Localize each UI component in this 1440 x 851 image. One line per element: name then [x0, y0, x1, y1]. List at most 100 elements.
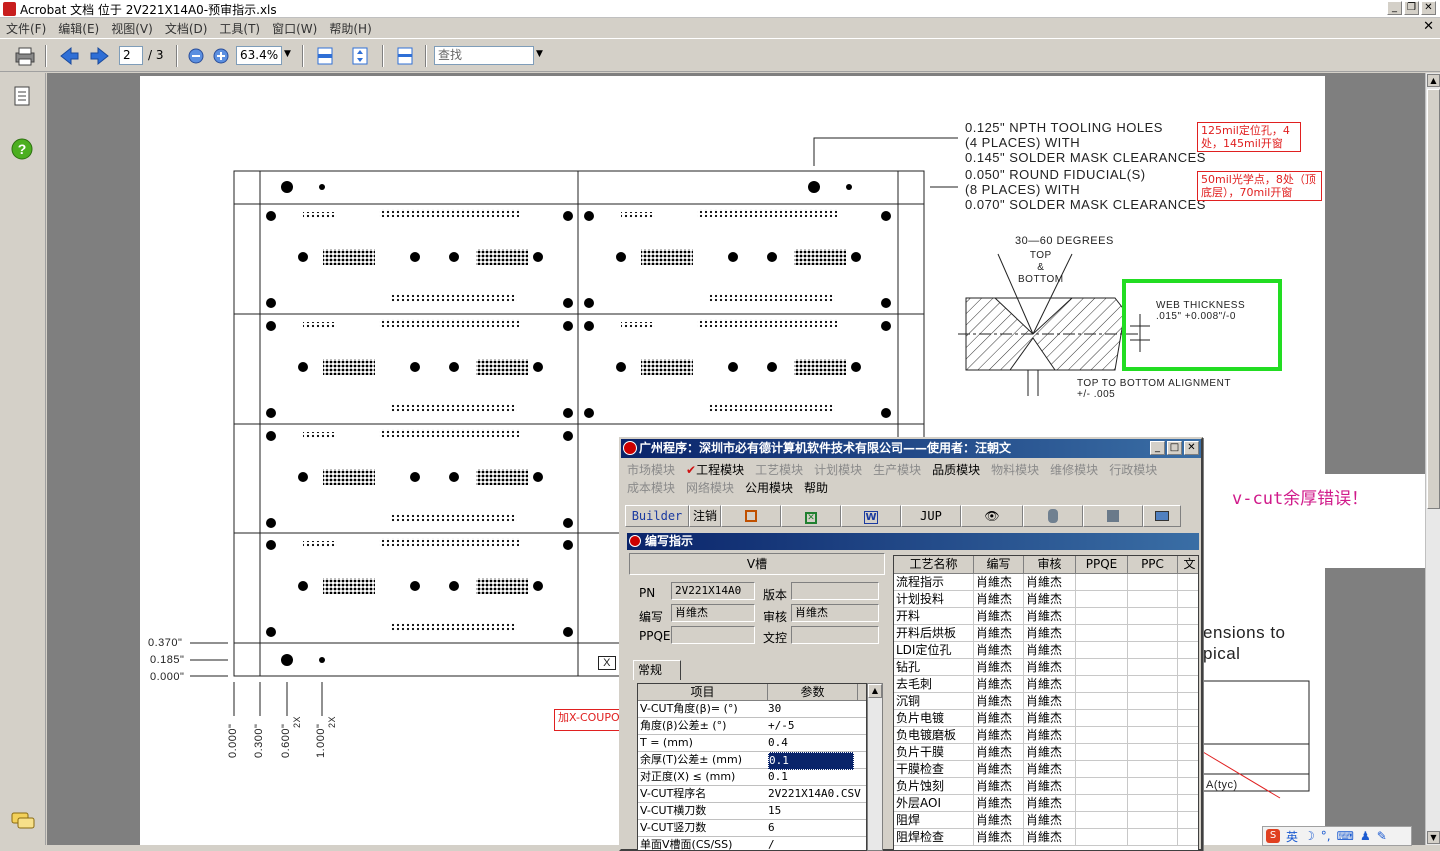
writer-cell[interactable]: 肖維杰	[974, 659, 1024, 676]
doc-cell[interactable]	[1178, 795, 1198, 812]
pn-field[interactable]: 2V221X14A0	[671, 582, 755, 600]
scroll-up-icon[interactable]: ▲	[1427, 74, 1440, 87]
ime-language[interactable]: 英	[1286, 828, 1298, 845]
ppc-cell[interactable]	[1128, 608, 1178, 625]
review-cell[interactable]: 肖維杰	[1024, 710, 1076, 727]
erp-menu-production[interactable]: 生产模块	[873, 461, 921, 478]
ppc-cell[interactable]	[1128, 778, 1178, 795]
writer-cell[interactable]: 肖維杰	[974, 608, 1024, 625]
param-grid-scrollbar[interactable]: ▲	[867, 683, 883, 851]
page-number-input[interactable]: 2	[119, 46, 143, 65]
ppc-cell[interactable]	[1128, 795, 1178, 812]
review-cell[interactable]: 肖維杰	[1024, 778, 1076, 795]
doc-cell[interactable]	[1178, 761, 1198, 778]
pages-panel-icon[interactable]	[12, 85, 34, 109]
zoom-input[interactable]: 63.4%	[236, 46, 282, 65]
doc-cell[interactable]	[1178, 812, 1198, 829]
scroll-thumb[interactable]	[1427, 89, 1440, 509]
restore-button[interactable]: ❐	[1404, 1, 1419, 15]
jup-button[interactable]: JUP	[901, 505, 961, 527]
ppc-cell[interactable]	[1128, 744, 1178, 761]
version-field[interactable]	[791, 582, 879, 600]
writer-cell[interactable]: 肖維杰	[974, 812, 1024, 829]
next-page-button[interactable]	[89, 45, 111, 67]
user-icon[interactable]: ♟	[1360, 829, 1371, 843]
process-name-cell[interactable]: 开料	[894, 608, 974, 625]
close-button[interactable]: ✕	[1421, 1, 1436, 15]
fit-page-button[interactable]	[314, 45, 336, 67]
logout-button[interactable]: 注销	[689, 505, 721, 527]
menu-window[interactable]: 窗口(W)	[272, 20, 317, 37]
ppqe-cell[interactable]	[1076, 676, 1128, 693]
ppqe-cell[interactable]	[1076, 608, 1128, 625]
erp-menu-admin[interactable]: 行政模块	[1109, 461, 1157, 478]
computer-button[interactable]	[1143, 505, 1181, 527]
ppqe-cell[interactable]	[1076, 574, 1128, 591]
previous-page-button[interactable]	[58, 45, 80, 67]
erp-menu-common[interactable]: 公用模块	[745, 479, 793, 496]
ppc-cell[interactable]	[1128, 710, 1178, 727]
ppqe-cell[interactable]	[1076, 642, 1128, 659]
process-row[interactable]: LDI定位孔 肖維杰 肖維杰	[894, 642, 1198, 659]
punctuation-icon[interactable]: °,	[1321, 829, 1331, 843]
ppc-cell[interactable]	[1128, 693, 1178, 710]
param-row[interactable]: V-CUT竖刀数 6	[638, 820, 866, 837]
review-cell[interactable]: 肖維杰	[1024, 574, 1076, 591]
process-name-cell[interactable]: 流程指示	[894, 574, 974, 591]
zoom-out-button[interactable]	[186, 45, 206, 67]
process-row[interactable]: 阻焊检查 肖維杰 肖維杰	[894, 829, 1198, 846]
writer-cell[interactable]: 肖維杰	[974, 761, 1024, 778]
writer-cell[interactable]: 肖維杰	[974, 795, 1024, 812]
review-cell[interactable]: 肖維杰	[1024, 693, 1076, 710]
doc-cell[interactable]	[1178, 642, 1198, 659]
writer-cell[interactable]: 肖維杰	[974, 693, 1024, 710]
param-col-item[interactable]: 项目	[638, 684, 768, 701]
process-name-cell[interactable]: 外层AOI	[894, 795, 974, 812]
erp-menu-market[interactable]: 市场模块	[627, 461, 675, 478]
review-cell[interactable]: 肖維杰	[1024, 727, 1076, 744]
powerpoint-button[interactable]	[721, 505, 781, 527]
process-row[interactable]: 去毛刺 肖維杰 肖維杰	[894, 676, 1198, 693]
process-row[interactable]: 流程指示 肖維杰 肖維杰	[894, 574, 1198, 591]
process-row[interactable]: 开料 肖維杰 肖維杰	[894, 608, 1198, 625]
process-name-cell[interactable]: 负片电镀	[894, 710, 974, 727]
param-row[interactable]: 对正度(X) ≤ (mm) 0.1	[638, 769, 866, 786]
database-button[interactable]	[1023, 505, 1083, 527]
doc-cell[interactable]	[1178, 829, 1198, 846]
erp-menu-cost[interactable]: 成本模块	[627, 479, 675, 496]
doc-cell[interactable]	[1178, 676, 1198, 693]
review-cell[interactable]: 肖維杰	[1024, 608, 1076, 625]
process-row[interactable]: 开料后烘板 肖維杰 肖維杰	[894, 625, 1198, 642]
erp-maximize-button[interactable]: □	[1167, 441, 1182, 455]
ppc-cell[interactable]	[1128, 574, 1178, 591]
param-row[interactable]: T = (mm) 0.4	[638, 735, 866, 752]
builder-button[interactable]: Builder	[625, 505, 689, 527]
print-button[interactable]	[12, 45, 38, 67]
writer-cell[interactable]: 肖維杰	[974, 727, 1024, 744]
writer-cell[interactable]: 肖維杰	[974, 642, 1024, 659]
doc-cell[interactable]	[1178, 710, 1198, 727]
menu-document[interactable]: 文档(D)	[165, 20, 208, 37]
process-row[interactable]: 负电镀磨板 肖維杰 肖維杰	[894, 727, 1198, 744]
param-row[interactable]: V-CUT程序名 2V221X14A0.CSV	[638, 786, 866, 803]
writer-cell[interactable]: 肖維杰	[974, 829, 1024, 846]
ppc-cell[interactable]	[1128, 642, 1178, 659]
review-cell[interactable]: 肖維杰	[1024, 829, 1076, 846]
help-icon[interactable]: ?	[10, 137, 34, 161]
ppc-cell[interactable]	[1128, 761, 1178, 778]
param-row[interactable]: 单面V槽面(CS/SS) /	[638, 837, 866, 850]
writer-cell[interactable]: 肖維杰	[974, 574, 1024, 591]
process-row[interactable]: 沉铜 肖維杰 肖維杰	[894, 693, 1198, 710]
review-cell[interactable]: 肖維杰	[1024, 795, 1076, 812]
writer-cell[interactable]: 肖維杰	[974, 778, 1024, 795]
tools-button[interactable]	[1083, 505, 1143, 527]
writer-cell[interactable]: 肖維杰	[974, 744, 1024, 761]
ppqe-cell[interactable]	[1076, 778, 1128, 795]
process-row[interactable]: 阻焊 肖維杰 肖維杰	[894, 812, 1198, 829]
process-name-cell[interactable]: 负片蚀刻	[894, 778, 974, 795]
review-cell[interactable]: 肖維杰	[1024, 812, 1076, 829]
fit-width-button[interactable]	[349, 45, 371, 67]
find-input[interactable]: 查找	[434, 46, 534, 65]
erp-menu-plan[interactable]: 计划模块	[814, 461, 862, 478]
review-cell[interactable]: 肖維杰	[1024, 591, 1076, 608]
